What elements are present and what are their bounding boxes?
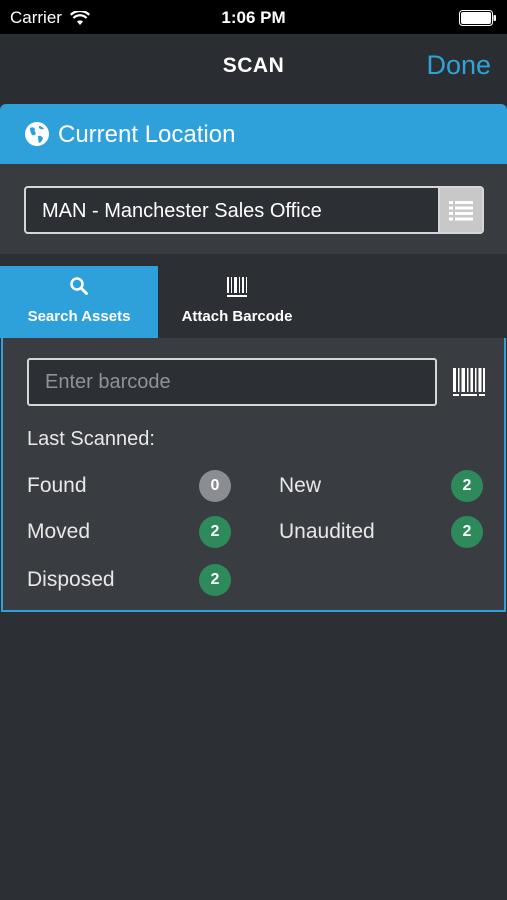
search-icon bbox=[70, 277, 88, 295]
stat-new: New 2 bbox=[279, 470, 485, 502]
barcode-input[interactable] bbox=[27, 358, 437, 406]
list-icon bbox=[449, 201, 473, 221]
count-badge: 2 bbox=[199, 516, 231, 548]
tab-attach-barcode[interactable]: Attach Barcode bbox=[158, 266, 316, 338]
stat-label: Disposed bbox=[27, 568, 115, 591]
tab-search-assets[interactable]: Search Assets bbox=[0, 266, 158, 338]
navigation-bar: SCAN Done bbox=[0, 34, 507, 104]
scan-tabs: Search Assets Attach Barcode bbox=[0, 266, 507, 338]
clock: 1:06 PM bbox=[221, 8, 286, 27]
count-badge: 2 bbox=[451, 470, 483, 502]
location-area: MAN - Manchester Sales Office bbox=[0, 164, 507, 254]
stat-disposed: Disposed 2 bbox=[27, 564, 233, 596]
location-list-button[interactable] bbox=[438, 188, 482, 232]
barcode-icon bbox=[227, 277, 247, 297]
current-location-header: Current Location bbox=[0, 104, 507, 164]
stat-label: Unaudited bbox=[279, 520, 375, 543]
stat-label: New bbox=[279, 474, 322, 497]
stat-label: Moved bbox=[27, 520, 91, 543]
stat-unaudited: Unaudited 2 bbox=[279, 516, 485, 548]
battery-icon bbox=[459, 10, 496, 26]
search-assets-panel: Last Scanned: Found 0 New 2 Moved 2 Unau… bbox=[1, 338, 506, 612]
location-value: MAN - Manchester Sales Office bbox=[42, 200, 322, 222]
tab-attach-barcode-label: Attach Barcode bbox=[181, 308, 293, 325]
count-badge: 2 bbox=[451, 516, 483, 548]
location-select[interactable]: MAN - Manchester Sales Office bbox=[24, 186, 484, 234]
count-badge: 0 bbox=[199, 470, 231, 502]
stat-found: Found 0 bbox=[27, 470, 233, 502]
globe-icon bbox=[25, 122, 49, 146]
tab-search-assets-label: Search Assets bbox=[27, 308, 131, 325]
last-scanned-label: Last Scanned: bbox=[27, 428, 155, 450]
location-header-label: Current Location bbox=[58, 121, 236, 148]
barcode-scan-icon[interactable] bbox=[453, 366, 485, 398]
stat-label: Found bbox=[27, 474, 87, 497]
count-badge: 2 bbox=[199, 564, 231, 596]
status-bar: Carrier 1:06 PM bbox=[0, 0, 507, 34]
stat-moved: Moved 2 bbox=[27, 516, 233, 548]
done-button[interactable]: Done bbox=[426, 50, 491, 81]
